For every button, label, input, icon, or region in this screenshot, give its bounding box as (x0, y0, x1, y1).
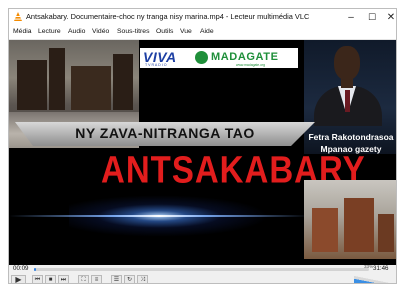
minimize-button[interactable]: – (340, 9, 362, 26)
stop-icon: ■ (48, 277, 53, 283)
total-time: 31:46 (373, 265, 389, 272)
madagate-logo-icon (195, 51, 208, 64)
seek-track[interactable] (34, 268, 369, 271)
vlc-cone-icon (14, 12, 22, 21)
loop-button[interactable]: ↻ (124, 275, 135, 283)
volume-slider[interactable] (354, 276, 394, 283)
shuffle-button[interactable]: ⤨ (137, 275, 148, 283)
stop-button[interactable]: ■ (45, 275, 56, 283)
title-bar[interactable]: Antsakabary. Documentaire-choc ny tranga… (9, 9, 396, 26)
seek-progress (34, 268, 36, 271)
play-icon: ▶ (15, 275, 22, 284)
extended-settings-icon: ≡ (94, 277, 99, 283)
vlc-window: Antsakabary. Documentaire-choc ny tranga… (8, 8, 397, 284)
seek-bar[interactable]: 00:09 31:46 (9, 265, 396, 274)
madagate-logo: MADAGATE (211, 51, 279, 63)
playlist-button[interactable]: ☰ (111, 275, 122, 283)
lens-flare-streak (9, 215, 309, 217)
fullscreen-button[interactable]: ⛶ (78, 275, 89, 283)
volume-level-label: 33% (364, 264, 374, 269)
menu-subtitles[interactable]: Sous-titres (117, 28, 149, 35)
next-icon: ⏭ (60, 277, 67, 283)
play-button[interactable]: ▶ (11, 275, 26, 284)
sponsor-logos: VIVA T V R A D I O MADAGATE www.madagate… (140, 48, 298, 68)
previous-icon: ⏮ (34, 277, 41, 283)
loop-icon: ↻ (126, 277, 133, 283)
video-area[interactable]: VIVA T V R A D I O MADAGATE www.madagate… (9, 40, 396, 265)
close-button[interactable]: ✕ (380, 9, 396, 26)
madagate-url: www.madagate.org (236, 63, 266, 67)
playlist-icon: ☰ (113, 277, 120, 283)
elapsed-time: 00:09 (13, 265, 29, 272)
menu-help[interactable]: Aide (200, 28, 214, 35)
menu-video[interactable]: Vidéo (92, 28, 109, 35)
playback-controls: ▶ ⏮ ■ ⏭ ⛶ ≡ ☰ ↻ ⤨ (9, 275, 396, 284)
menu-tools[interactable]: Outils (156, 28, 173, 35)
viva-logo-subtitle: T V R A D I O (145, 63, 167, 67)
menu-bar: Média Lecture Audio Vidéo Sous-titres Ou… (9, 26, 396, 40)
menu-lecture[interactable]: Lecture (38, 28, 61, 35)
window-title: Antsakabary. Documentaire-choc ny tranga… (26, 12, 310, 21)
previous-button[interactable]: ⏮ (32, 275, 43, 283)
menu-view[interactable]: Vue (180, 28, 192, 35)
interviewee-portrait (334, 46, 360, 80)
interviewee-name: Fetra Rakotondrasoa (308, 132, 394, 142)
extended-settings-button[interactable]: ≡ (91, 275, 102, 283)
ruined-house-photo (304, 180, 396, 259)
menu-media[interactable]: Média (13, 28, 32, 35)
fullscreen-icon: ⛶ (81, 277, 86, 283)
shuffle-icon: ⤨ (140, 277, 145, 283)
menu-audio[interactable]: Audio (68, 28, 85, 35)
next-button[interactable]: ⏭ (58, 275, 69, 283)
tagline-text: NY ZAVA-NITRANGA TAO (75, 125, 255, 141)
interviewee-panel: Fetra Rakotondrasoa Mpanao gazety (304, 40, 396, 154)
